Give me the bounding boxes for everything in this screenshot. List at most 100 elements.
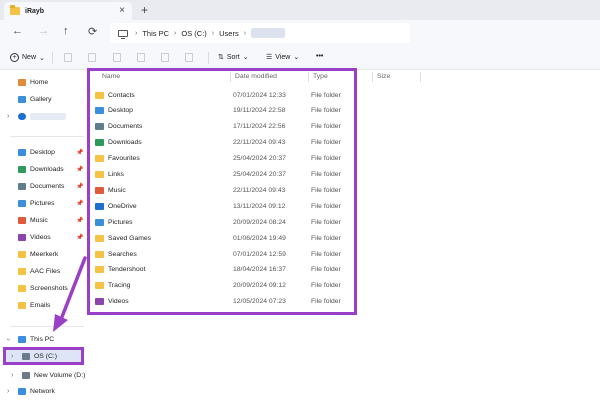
file-name: Links — [108, 171, 124, 178]
new-button[interactable]: + New ⌄ — [10, 53, 45, 62]
onedrive-icon — [18, 113, 26, 120]
rename-icon[interactable] — [137, 53, 145, 62]
column-divider[interactable] — [372, 72, 373, 82]
chevron-down-icon[interactable]: › — [5, 338, 12, 340]
sidebar-item-label: Emails — [30, 302, 51, 309]
sidebar-item-label: Network — [30, 388, 55, 395]
documents-icon — [18, 183, 26, 190]
file-row[interactable]: OneDrive 13/11/2024 09:12 File folder — [95, 199, 351, 213]
chevron-right-icon[interactable]: › — [7, 113, 9, 120]
file-name: Music — [108, 186, 126, 194]
back-button[interactable]: ← — [12, 25, 23, 37]
breadcrumb-os-c[interactable]: OS (C:) — [181, 29, 206, 38]
file-row[interactable]: Videos 12/05/2024 07:23 File folder — [95, 295, 351, 309]
file-row[interactable]: Searches 07/01/2024 12:59 File folder — [95, 247, 351, 261]
pin-icon[interactable]: 📌 — [76, 183, 83, 190]
redacted-account-name — [30, 113, 66, 120]
chevron-right-icon[interactable]: › — [7, 388, 9, 395]
sidebar-item-aac-files[interactable]: AAC Files — [18, 268, 86, 275]
file-date-modified: 25/04/2024 20:37 — [233, 155, 286, 163]
pin-icon[interactable]: 📌 — [76, 149, 83, 156]
file-row[interactable]: Tendershoot 18/04/2024 16:37 File folder — [95, 263, 351, 277]
file-row[interactable]: Contacts 07/01/2024 12:33 File folder — [95, 88, 351, 102]
sidebar-item-label: Meerkerk — [30, 251, 59, 258]
file-row[interactable]: Music 22/11/2024 09:43 File folder — [95, 183, 351, 197]
pin-icon[interactable]: 📌 — [76, 234, 83, 241]
folder-icon — [95, 250, 104, 258]
file-date-modified: 18/04/2024 16:37 — [233, 266, 286, 274]
file-row[interactable]: Desktop 19/11/2024 22:58 File folder — [95, 104, 351, 118]
file-name: Downloads — [108, 139, 142, 147]
file-row[interactable]: Pictures 20/09/2024 08:24 File folder — [95, 215, 351, 229]
music-icon — [95, 186, 104, 194]
sidebar-item-onedrive[interactable] — [18, 113, 86, 120]
sidebar-item-label: Home — [30, 79, 49, 86]
file-date-modified: 13/11/2024 09:12 — [233, 202, 286, 210]
file-row[interactable]: Downloads 22/11/2024 09:43 File folder — [95, 136, 351, 150]
file-row[interactable]: Documents 17/11/2024 22:56 File folder — [95, 120, 351, 134]
sidebar-item-label: Downloads — [30, 166, 64, 173]
file-row[interactable]: Saved Games 01/06/2024 19:49 File folder — [95, 231, 351, 245]
tab-irayb[interactable]: iRayb × — [4, 2, 132, 20]
file-name: Pictures — [108, 218, 133, 226]
up-button[interactable]: ↑ — [63, 25, 69, 37]
file-row[interactable]: Links 25/04/2024 20:37 File folder — [95, 168, 351, 182]
delete-icon[interactable] — [185, 53, 193, 62]
paste-icon[interactable] — [113, 53, 121, 62]
pin-icon[interactable]: 📌 — [76, 217, 83, 224]
sidebar-item-network[interactable]: Network — [18, 388, 86, 395]
breadcrumb-this-pc[interactable]: This PC — [142, 29, 169, 38]
sidebar-item-label: AAC Files — [30, 268, 61, 275]
view-button[interactable]: ☰ View ⌄ — [266, 53, 299, 62]
sort-button[interactable]: ⇅ Sort ⌄ — [218, 53, 249, 62]
sidebar-item-emails[interactable]: Emails — [18, 302, 86, 309]
file-type: File folder — [311, 171, 341, 178]
sidebar-item-screenshots[interactable]: Screenshots — [18, 285, 86, 292]
cut-icon[interactable] — [64, 53, 72, 62]
download-icon — [18, 166, 26, 173]
folder-icon — [18, 302, 26, 309]
breadcrumb-redacted-user[interactable] — [251, 28, 286, 38]
forward-button[interactable]: → — [38, 25, 49, 37]
music-icon — [18, 217, 26, 224]
share-icon[interactable] — [161, 53, 169, 62]
sidebar-item-meerkerk[interactable]: Meerkerk — [18, 251, 86, 258]
drive-icon — [22, 372, 30, 379]
sidebar-item-label: New Volume (D:) — [34, 372, 86, 379]
chevron-down-icon: ⌄ — [242, 54, 249, 61]
breadcrumb-separator: › — [243, 29, 247, 37]
chevron-right-icon[interactable]: › — [11, 372, 13, 379]
address-bar[interactable]: › This PC › OS (C:) › Users › — [110, 23, 410, 43]
sidebar-item-os-c[interactable]: OS (C:) — [22, 353, 90, 360]
sidebar-item-gallery[interactable]: Gallery — [18, 96, 86, 103]
navigation-bar: ← → ↑ ⟳ › This PC › OS (C:) › Users › — [0, 20, 600, 46]
copy-icon[interactable] — [88, 53, 96, 62]
pin-icon[interactable]: 📌 — [76, 200, 83, 207]
file-date-modified: 22/11/2024 09:43 — [233, 139, 286, 147]
pin-icon[interactable]: 📌 — [76, 166, 83, 173]
sidebar-item-label: Desktop — [30, 149, 55, 156]
file-date-modified: 19/11/2024 22:58 — [233, 107, 286, 115]
file-row[interactable]: Favourites 25/04/2024 20:37 File folder — [95, 152, 351, 166]
chevron-right-icon[interactable]: › — [11, 353, 13, 360]
file-row[interactable]: Tracing 20/09/2024 09:12 File folder — [95, 279, 351, 293]
folder-icon — [18, 251, 26, 258]
onedrive-icon — [95, 202, 104, 210]
folder-icon — [10, 5, 20, 15]
close-tab-icon[interactable]: × — [119, 5, 125, 16]
divider — [52, 52, 53, 64]
chevron-down-icon: ⌄ — [39, 54, 45, 62]
column-header-size[interactable]: Size — [377, 73, 390, 80]
refresh-button[interactable]: ⟳ — [88, 25, 97, 38]
breadcrumb-users[interactable]: Users — [219, 29, 239, 38]
sidebar-item-this-pc[interactable]: This PC — [18, 336, 86, 343]
file-type: File folder — [311, 123, 341, 131]
sidebar-item-new-volume[interactable]: New Volume (D:) — [22, 372, 88, 379]
sidebar-item-home[interactable]: Home — [18, 79, 86, 86]
new-tab-button[interactable]: + — [141, 3, 148, 17]
more-options-button[interactable]: ••• — [316, 53, 323, 60]
column-divider[interactable] — [420, 72, 421, 82]
command-bar: + New ⌄ ⇅ Sort ⌄ ☰ View ⌄ ••• — [0, 46, 600, 70]
videos-icon — [95, 298, 104, 306]
new-label: New — [22, 54, 37, 61]
